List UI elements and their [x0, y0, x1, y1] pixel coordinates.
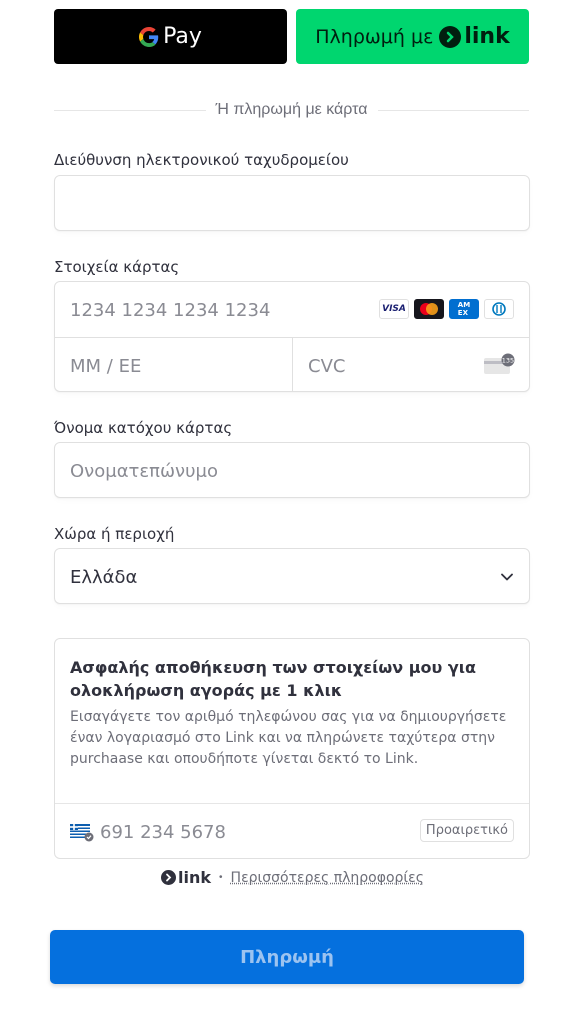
- cvc-field[interactable]: CVC 135: [293, 338, 530, 392]
- amex-icon: AM EX: [449, 299, 479, 319]
- email-field[interactable]: [54, 175, 530, 231]
- wallet-buttons: Pay Πληρωμή με link: [54, 9, 529, 64]
- link-footer-arrow-icon: [161, 870, 177, 885]
- link-logo-word: link: [464, 24, 510, 49]
- chevron-down-icon: [501, 573, 513, 581]
- card-details-group: 1234 1234 1234 1234 VISA AM EX ΜΜ / ΕΕ CV…: [54, 281, 530, 392]
- link-footer-word: link: [178, 868, 212, 887]
- google-pay-button[interactable]: Pay: [54, 9, 287, 64]
- greece-flag-icon: [70, 824, 94, 842]
- optional-badge: Προαιρετικό: [419, 819, 514, 842]
- country-label: Χώρα ή περιοχή: [54, 525, 175, 543]
- country-select[interactable]: Ελλάδα: [54, 548, 530, 604]
- cardholder-label: Όνομα κατόχου κάρτας: [54, 419, 233, 437]
- svg-text:135: 135: [502, 357, 514, 365]
- pay-button-label: Πληρωμή: [240, 946, 334, 968]
- or-divider: Ή πληρωμή με κάρτα: [54, 100, 530, 120]
- divider-text: Ή πληρωμή με κάρτα: [215, 101, 368, 118]
- link-footer-logo: link: [161, 868, 211, 887]
- diners-icon: [484, 299, 514, 319]
- pay-with-link-label: Πληρωμή με: [315, 25, 434, 48]
- card-number-placeholder: 1234 1234 1234 1234: [70, 300, 271, 321]
- visa-icon: VISA: [379, 299, 409, 319]
- cvc-card-icon: 135: [484, 353, 515, 374]
- expiry-field[interactable]: ΜΜ / ΕΕ: [55, 338, 292, 392]
- google-g-icon: [139, 26, 159, 47]
- divider-line-right: [377, 109, 530, 111]
- link-arrow-icon: [439, 25, 462, 48]
- link-logo: link: [439, 24, 510, 49]
- more-info-link[interactable]: Περισσότερες πληροφορίες: [231, 870, 424, 886]
- footer-separator: •: [219, 872, 223, 883]
- cvc-placeholder: CVC: [308, 356, 346, 377]
- country-value: Ελλάδα: [70, 567, 138, 588]
- mastercard-icon: [414, 299, 444, 319]
- pay-button[interactable]: Πληρωμή: [50, 930, 524, 984]
- link-save-description: Εισαγάγετε τον αριθμό τηλεφώνου σας για …: [70, 709, 507, 767]
- cardholder-field[interactable]: Ονοματεπώνυμο: [54, 442, 530, 498]
- expiry-placeholder: ΜΜ / ΕΕ: [70, 356, 142, 377]
- google-pay-label: Pay: [163, 24, 202, 49]
- card-details-label: Στοιχεία κάρτας: [54, 258, 180, 276]
- divider-line-left: [54, 109, 206, 111]
- link-save-box: Ασφαλής αποθήκευση των στοιχείων μου για…: [54, 638, 530, 859]
- phone-placeholder: 691 234 5678: [100, 822, 226, 843]
- card-number-field[interactable]: 1234 1234 1234 1234 VISA AM EX: [55, 282, 529, 337]
- link-footer: link • Περισσότερες πληροφορίες: [0, 868, 585, 887]
- pay-with-link-button[interactable]: Πληρωμή με link: [296, 9, 529, 64]
- link-save-title: Ασφαλής αποθήκευση των στοιχείων μου για…: [70, 658, 477, 700]
- cardholder-placeholder: Ονοματεπώνυμο: [70, 461, 218, 482]
- email-label: Διεύθυνση ηλεκτρονικού ταχυδρομείου: [54, 151, 349, 169]
- card-brand-icons: VISA AM EX: [379, 299, 514, 319]
